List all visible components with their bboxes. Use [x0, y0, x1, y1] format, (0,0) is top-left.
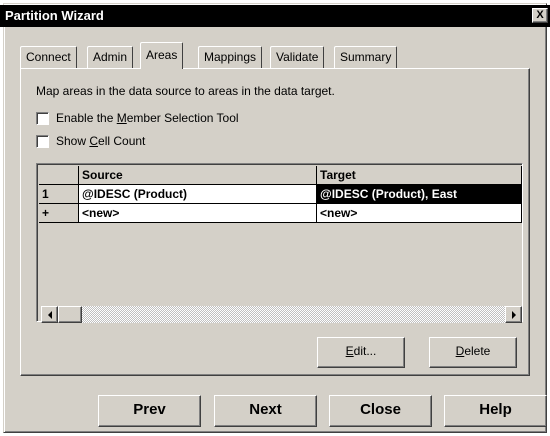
- column-header-target[interactable]: Target: [317, 166, 522, 185]
- source-cell-new[interactable]: <new>: [79, 204, 317, 223]
- prev-button[interactable]: Prev: [98, 395, 201, 427]
- tab-mappings[interactable]: Mappings: [198, 46, 263, 68]
- next-button[interactable]: Next: [214, 395, 317, 427]
- scroll-left-arrow-icon[interactable]: [41, 306, 58, 323]
- tab-connect[interactable]: Connect: [20, 46, 77, 68]
- column-header-source[interactable]: Source: [79, 166, 317, 185]
- area-mapping-grid[interactable]: Source Target 1 @IDESC (Product) @IDESC …: [36, 163, 523, 323]
- close-icon[interactable]: X: [532, 8, 548, 23]
- help-button[interactable]: Help: [444, 395, 547, 427]
- enable-member-selection-label: Enable the Member Selection Tool: [56, 111, 239, 125]
- edit-button[interactable]: Edit...: [317, 337, 405, 368]
- row-header[interactable]: 1: [39, 185, 79, 204]
- scrollbar-thumb[interactable]: [58, 306, 82, 323]
- checkbox-icon[interactable]: [36, 111, 49, 125]
- source-cell[interactable]: @IDESC (Product): [79, 185, 317, 204]
- show-cell-count-label: Show Cell Count: [56, 134, 146, 148]
- panel-description: Map areas in the data source to areas in…: [36, 84, 335, 98]
- tab-admin[interactable]: Admin: [87, 46, 134, 68]
- horizontal-scrollbar[interactable]: [41, 306, 522, 323]
- checkbox-icon[interactable]: [36, 134, 49, 148]
- window-title: Partition Wizard: [5, 8, 104, 23]
- row-header-new[interactable]: +: [39, 204, 79, 223]
- show-cell-count-option[interactable]: Show Cell Count: [36, 133, 145, 149]
- areas-tab-panel: Map areas in the data source to areas in…: [20, 68, 530, 376]
- target-cell-selected[interactable]: @IDESC (Product), East: [317, 185, 522, 204]
- tab-validate[interactable]: Validate: [270, 46, 325, 68]
- target-cell-new[interactable]: <new>: [317, 204, 522, 223]
- enable-member-selection-option[interactable]: Enable the Member Selection Tool: [36, 110, 239, 126]
- scroll-right-arrow-icon[interactable]: [505, 306, 522, 323]
- close-button[interactable]: Close: [329, 395, 432, 427]
- delete-button[interactable]: Delete: [429, 337, 517, 368]
- title-bar[interactable]: Partition Wizard X: [0, 5, 550, 27]
- grid-corner-header: [39, 166, 79, 185]
- tab-summary[interactable]: Summary: [334, 46, 398, 68]
- tab-areas[interactable]: Areas: [140, 42, 184, 69]
